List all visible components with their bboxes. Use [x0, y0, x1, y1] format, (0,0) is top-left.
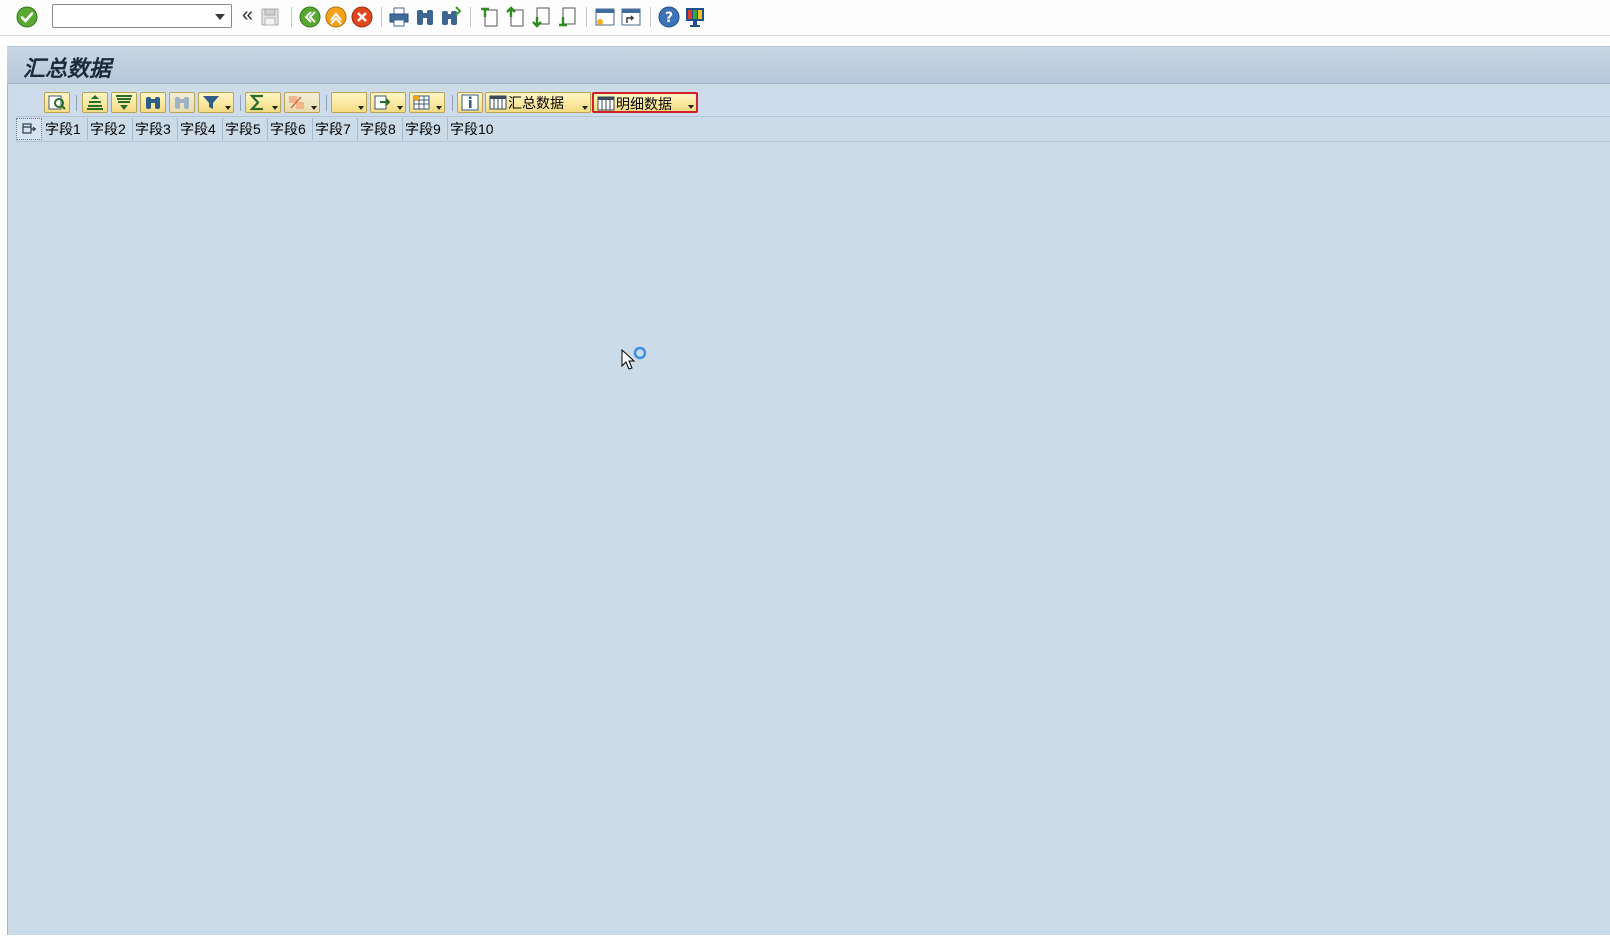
command-field[interactable] — [52, 4, 232, 28]
menu-triangle-icon[interactable] — [272, 106, 278, 110]
save-icon[interactable] — [258, 5, 282, 29]
exit-icon[interactable] — [324, 5, 348, 29]
table-icon — [489, 95, 507, 110]
summary-data-label: 汇总数据 — [508, 95, 564, 111]
toolbar-separator — [291, 7, 292, 27]
find-next-icon — [175, 97, 189, 109]
find-icon[interactable] — [413, 5, 437, 29]
back-double-chevron-icon[interactable]: « — [242, 4, 253, 26]
filter-button[interactable] — [198, 92, 234, 113]
create-session-icon[interactable] — [593, 5, 617, 29]
column-header[interactable]: 字段4 — [178, 118, 223, 140]
page-title: 汇总数据 — [23, 57, 112, 82]
export-button[interactable] — [370, 92, 406, 113]
magnifier-icon — [48, 95, 66, 110]
column-header[interactable]: 字段1 — [43, 118, 88, 140]
select-all-cell[interactable] — [16, 118, 42, 140]
column-header[interactable]: 字段5 — [223, 118, 268, 140]
menu-triangle-icon[interactable] — [397, 106, 403, 110]
column-header[interactable]: 字段7 — [313, 118, 358, 140]
customize-layout-icon[interactable] — [683, 5, 707, 29]
column-header[interactable]: 字段9 — [403, 118, 448, 140]
svg-text:?: ? — [665, 10, 673, 26]
detail-data-button[interactable]: 明细数据 — [592, 92, 698, 113]
table-icon — [597, 96, 615, 111]
back-icon[interactable] — [298, 5, 322, 29]
export-icon — [374, 95, 391, 110]
sort-ascending-button[interactable] — [82, 92, 108, 113]
previous-page-icon[interactable] — [503, 5, 527, 29]
shortcut-icon[interactable] — [619, 5, 643, 29]
toolbar-separator — [326, 95, 327, 111]
sort-descending-button[interactable] — [111, 92, 137, 113]
subtotal-icon — [289, 96, 304, 109]
command-input[interactable] — [55, 7, 209, 27]
filter-icon — [203, 96, 219, 109]
binoculars-icon — [146, 97, 160, 109]
system-toolbar: « ? — [0, 0, 1610, 36]
sum-button[interactable] — [245, 92, 281, 113]
first-page-icon[interactable] — [477, 5, 501, 29]
table-header-row: 字段1 字段2 字段3 字段4 字段5 字段6 字段7 字段8 字段9 字段10 — [16, 118, 1610, 142]
busy-cursor-icon — [621, 346, 646, 370]
alv-toolbar: 汇总数据 明细数据 — [16, 90, 1610, 117]
chevron-down-icon[interactable] — [215, 14, 225, 20]
print-icon[interactable] — [387, 5, 411, 29]
info-icon — [461, 94, 479, 111]
column-header[interactable]: 字段2 — [88, 118, 133, 140]
column-header[interactable]: 字段10 — [448, 118, 502, 140]
toolbar-separator — [452, 95, 453, 111]
detail-data-label: 明细数据 — [616, 96, 672, 112]
details-button[interactable] — [44, 92, 70, 113]
next-page-icon[interactable] — [529, 5, 553, 29]
column-header[interactable]: 字段8 — [358, 118, 403, 140]
sort-ascending-icon — [87, 95, 103, 110]
last-page-icon[interactable] — [555, 5, 579, 29]
find-next-button[interactable] — [169, 92, 195, 113]
toolbar-separator — [586, 7, 587, 27]
sort-descending-icon — [116, 95, 132, 110]
toolbar-separator — [381, 7, 382, 27]
change-layout-button[interactable] — [409, 92, 445, 113]
find-button[interactable] — [140, 92, 166, 113]
menu-triangle-icon[interactable] — [311, 106, 317, 110]
menu-triangle-icon[interactable] — [582, 106, 588, 110]
print-preview-button[interactable] — [331, 92, 367, 113]
title-bar: 汇总数据 — [7, 46, 1610, 84]
find-next-icon[interactable] — [439, 5, 463, 29]
subtotals-button[interactable] — [284, 92, 320, 113]
menu-triangle-icon[interactable] — [688, 105, 694, 109]
toolbar-separator — [76, 95, 77, 111]
information-button[interactable] — [457, 92, 483, 113]
column-header[interactable]: 字段3 — [133, 118, 178, 140]
help-icon[interactable]: ? — [657, 5, 681, 29]
table-settings-icon — [22, 123, 36, 134]
alv-grid-container: 汇总数据 明细数据 字段1 字段2 字段3 字段4 字段5 字段6 字段7 字段… — [7, 84, 1610, 935]
menu-triangle-icon[interactable] — [436, 106, 442, 110]
toolbar-separator — [650, 7, 651, 27]
sigma-icon — [249, 94, 263, 111]
menu-triangle-icon[interactable] — [225, 106, 231, 110]
summary-data-button[interactable]: 汇总数据 — [485, 92, 591, 113]
cancel-icon[interactable] — [350, 5, 374, 29]
toolbar-separator — [470, 7, 471, 27]
menu-triangle-icon[interactable] — [358, 106, 364, 110]
layout-grid-icon — [413, 95, 430, 110]
enter-icon[interactable] — [15, 5, 39, 29]
toolbar-separator — [240, 95, 241, 111]
column-header[interactable]: 字段6 — [268, 118, 313, 140]
